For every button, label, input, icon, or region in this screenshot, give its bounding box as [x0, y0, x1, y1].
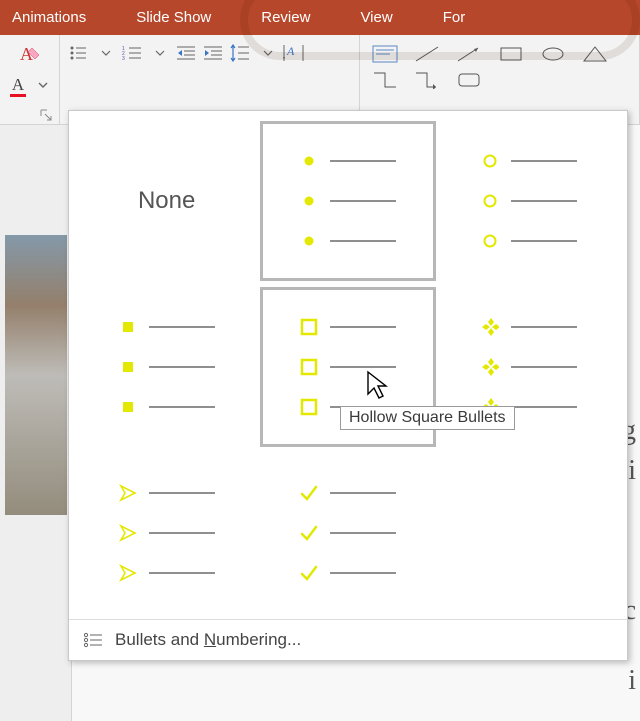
increase-indent-button[interactable]: [202, 42, 224, 64]
numbering-button[interactable]: 1 2 3: [121, 42, 143, 64]
bullet-option-none[interactable]: None: [79, 121, 254, 281]
clear-formatting-button[interactable]: A: [7, 44, 53, 66]
chevron-down-icon: [38, 80, 48, 90]
hollow-square-glyph-icon: [300, 358, 318, 376]
slide-text: i: [628, 665, 636, 697]
bullets-icon: [83, 632, 103, 648]
font-dialog-launcher[interactable]: [39, 108, 53, 122]
line-spacing-dropdown-caret[interactable]: [256, 42, 278, 64]
chevron-down-icon: [155, 48, 165, 58]
outdent-icon: [177, 45, 195, 61]
shape-triangle[interactable]: [580, 45, 610, 63]
shape-line[interactable]: [412, 45, 442, 63]
tab-slide-show[interactable]: Slide Show: [136, 9, 211, 26]
tab-animations[interactable]: Animations: [12, 9, 86, 26]
line-arrow-icon: [456, 45, 482, 63]
arrow-glyph-icon: [119, 524, 137, 542]
filled-round-glyph-icon: [300, 152, 318, 170]
hollow-round-glyph-icon: [481, 192, 499, 210]
hollow-round-glyph-icon: [481, 152, 499, 170]
dialog-launcher-icon: [39, 108, 53, 122]
triangle-icon: [582, 45, 608, 63]
bullet-option-checkmark[interactable]: [260, 453, 435, 613]
checkmark-glyph-icon: [300, 564, 318, 582]
filled-round-glyph-icon: [300, 232, 318, 250]
chevron-down-icon: [263, 48, 273, 58]
checkmark-glyph-icon: [300, 484, 318, 502]
bullets-and-numbering-menuitem[interactable]: Bullets and Numbering...: [69, 619, 627, 660]
bullet-option-hollow-round[interactable]: [442, 121, 617, 281]
ribbon-tab-bar: Animations Slide Show Review View For: [0, 0, 640, 35]
shape-line-arrow[interactable]: [454, 45, 484, 63]
footer-label-underline: N: [204, 630, 216, 649]
numbering-icon: 1 2 3: [122, 45, 142, 61]
filled-square-glyph-icon: [119, 318, 137, 336]
shape-elbow-arrow[interactable]: [412, 71, 442, 89]
decrease-indent-button[interactable]: [175, 42, 197, 64]
line-spacing-button[interactable]: [229, 42, 251, 64]
text-direction-icon: A: [283, 43, 305, 63]
oval-icon: [540, 45, 566, 63]
hollow-round-glyph-icon: [481, 232, 499, 250]
svg-text:A: A: [286, 44, 295, 58]
footer-label-suffix: umbering...: [216, 630, 301, 649]
slide-thumbnail[interactable]: [5, 235, 67, 515]
numbering-dropdown-caret[interactable]: [148, 42, 170, 64]
rectangle-icon: [498, 45, 524, 63]
svg-text:3: 3: [122, 56, 125, 61]
shape-oval[interactable]: [538, 45, 568, 63]
tab-view[interactable]: View: [360, 9, 392, 26]
slide-thumbnail-panel[interactable]: [0, 125, 72, 721]
bullets-dropdown-caret[interactable]: [94, 42, 116, 64]
bullet-none-label: None: [138, 187, 195, 215]
arrow-glyph-icon: [119, 484, 137, 502]
filled-square-glyph-icon: [119, 398, 137, 416]
ribbon-group-font: A A: [0, 35, 60, 124]
arrow-glyph-icon: [119, 564, 137, 582]
bullets-button[interactable]: [67, 42, 89, 64]
filled-square-glyph-icon: [119, 358, 137, 376]
footer-label-prefix: Bullets and: [115, 630, 204, 649]
shape-elbow[interactable]: [370, 71, 400, 89]
checkmark-glyph-icon: [300, 524, 318, 542]
bullets-icon: [69, 45, 87, 61]
font-color-dropdown[interactable]: [31, 74, 53, 96]
hollow-square-glyph-icon: [300, 318, 318, 336]
eraser-a-icon: A: [18, 44, 42, 66]
chevron-down-icon: [101, 48, 111, 58]
bullet-gallery-grid: None: [69, 111, 627, 619]
textbox-icon: [372, 45, 398, 63]
shape-roundrect[interactable]: [454, 71, 484, 89]
text-direction-button[interactable]: A: [283, 42, 305, 64]
font-color-button[interactable]: A: [7, 74, 29, 96]
four-diamond-glyph-icon: [481, 318, 499, 336]
shape-rectangle[interactable]: [496, 45, 526, 63]
line-spacing-icon: [230, 44, 250, 62]
line-icon: [414, 45, 440, 63]
bullet-option-filled-square[interactable]: [79, 287, 254, 447]
bullet-option-arrow[interactable]: [79, 453, 254, 613]
roundrect-icon: [456, 71, 482, 89]
tooltip-hollow-square: Hollow Square Bullets: [340, 406, 515, 430]
elbow-arrow-icon: [414, 71, 440, 89]
bullet-option-filled-round[interactable]: [260, 121, 435, 281]
hollow-square-glyph-icon: [300, 398, 318, 416]
slide-text: i: [628, 455, 636, 487]
elbow-connector-icon: [372, 71, 398, 89]
four-diamond-glyph-icon: [481, 358, 499, 376]
bullet-gallery-dropdown: None Bullets and Numbering...: [68, 110, 628, 661]
shape-textbox[interactable]: [370, 45, 400, 63]
tab-review[interactable]: Review: [261, 9, 310, 26]
tab-format[interactable]: For: [443, 9, 466, 26]
filled-round-glyph-icon: [300, 192, 318, 210]
indent-icon: [204, 45, 222, 61]
